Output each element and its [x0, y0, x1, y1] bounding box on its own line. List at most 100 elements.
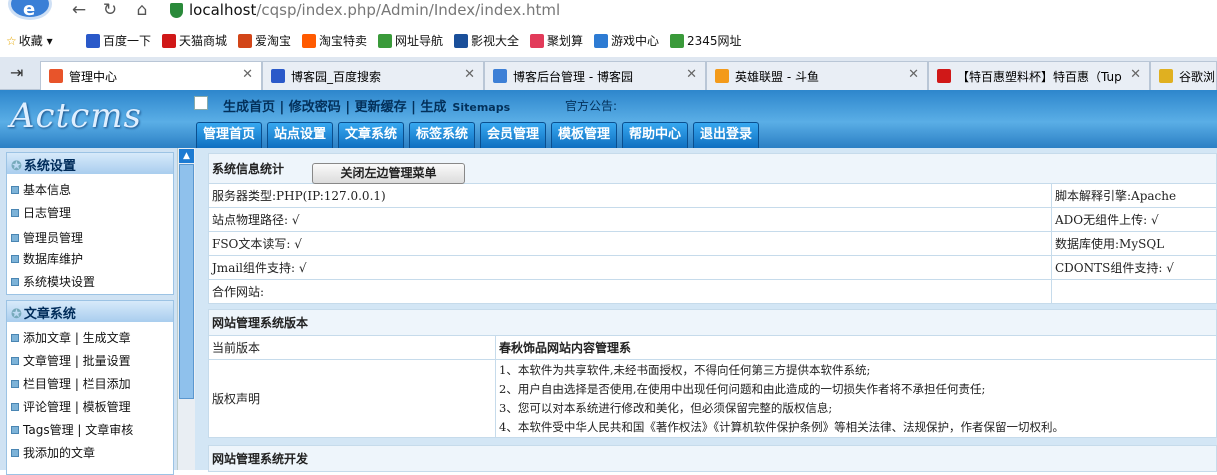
tab-favicon-icon: [937, 69, 951, 83]
tab-template-management[interactable]: 模板管理: [551, 122, 617, 148]
sidebar: ✪ 系统设置 基本信息 日志管理 管理员管理 数据库维护 系统模块设置 ✪ 文章系统…: [0, 148, 195, 475]
close-left-menu-button[interactable]: 关闭左边管理菜单: [312, 163, 465, 184]
bullet-icon: [11, 234, 19, 242]
close-tab-icon[interactable]: ✕: [686, 67, 697, 82]
nav-icon: [378, 34, 392, 48]
system-info-table: 系统信息统计 关闭左边管理菜单 服务器类型:PHP(IP:127.0.0.1) 脚本…: [208, 153, 1217, 304]
current-version-label: 当前版本: [208, 335, 496, 360]
bullet-icon: [11, 186, 19, 194]
info-cell: [1051, 279, 1217, 304]
sidebar-item-admins[interactable]: 管理员管理: [11, 229, 83, 246]
info-cell: 合作网站:: [208, 279, 1052, 304]
info-cell: 站点物理路径: √: [208, 207, 1052, 232]
cms-logo: Actcms: [10, 96, 142, 136]
tab-tag-system[interactable]: 标签系统: [409, 122, 475, 148]
bookmark-nav[interactable]: 网址导航: [378, 32, 443, 49]
baidu-icon: [86, 34, 100, 48]
bullet-icon: [11, 449, 19, 457]
close-tab-icon[interactable]: ✕: [464, 67, 475, 82]
sidebar-item-logs[interactable]: 日志管理: [11, 204, 71, 221]
sidebar-item-add-article[interactable]: 添加文章 | 生成文章: [11, 329, 131, 346]
juhuasuan-icon: [530, 34, 544, 48]
info-cell: CDONTS组件支持: √: [1051, 255, 1217, 280]
bookmark-2345[interactable]: 2345网址: [670, 32, 742, 49]
bookmarks-bar: ☆ 收藏 ▾ 百度一下 天猫商城 爱淘宝 淘宝特卖 网址导航 影视大全 聚划算 游…: [0, 28, 1217, 52]
security-shield-icon: [170, 3, 183, 18]
info-cell: 脚本解释引擎:Apache: [1051, 183, 1217, 208]
scroll-up-icon[interactable]: ▲: [179, 149, 194, 163]
bullet-icon: [11, 380, 19, 388]
sidebar-item-modules[interactable]: 系统模块设置: [11, 273, 95, 290]
bookmark-video[interactable]: 影视大全: [454, 32, 519, 49]
copyright-text: 1、本软件为共享软件,未经书面授权，不得向任何第三方提供本软件系统; 2、用户自…: [495, 359, 1217, 438]
sidebar-section-title[interactable]: ✪ 文章系统: [7, 301, 173, 322]
bullet-icon: [11, 334, 19, 342]
games-icon: [594, 34, 608, 48]
copyright-line: 1、本软件为共享软件,未经书面授权，不得向任何第三方提供本软件系统;: [499, 362, 871, 377]
copyright-line: 3、您可以对本系统进行修改和美化，但必须保留完整的版权信息;: [499, 400, 833, 415]
sidebar-item-article-manage[interactable]: 文章管理 | 批量设置: [11, 352, 131, 369]
current-version-value: 春秋饰品网站内容管理系: [495, 335, 1217, 360]
tab-blog-admin[interactable]: 博客后台管理 - 博客园 ✕: [484, 61, 706, 90]
bullet-icon: [11, 357, 19, 365]
sidebar-item-tags[interactable]: Tags管理 | 文章审核: [11, 421, 133, 438]
copyright-label: 版权声明: [208, 359, 496, 438]
quick-links[interactable]: 生成首页 | 修改密码 | 更新缓存 | 生成 Sitemaps: [223, 96, 510, 115]
tab-favicon-icon: [715, 69, 729, 83]
bookmark-tmall[interactable]: 天猫商城: [162, 32, 227, 49]
home-icon[interactable]: ⌂: [131, 0, 153, 22]
tab-favicon-icon: [49, 69, 63, 83]
sidebar-section-title[interactable]: ✪ 系统设置: [7, 153, 173, 174]
url-text[interactable]: localhost/cqsp/index.php/Admin/Index/ind…: [189, 1, 560, 19]
back-arrow-icon[interactable]: ←: [68, 0, 90, 22]
checkbox[interactable]: [194, 96, 208, 110]
tab-member-management[interactable]: 会员管理: [480, 122, 546, 148]
refresh-icon[interactable]: ↻: [99, 0, 121, 22]
taobao-icon: [302, 34, 316, 48]
bookmark-juhuasuan[interactable]: 聚划算: [530, 32, 583, 49]
bookmark-taobao-sale[interactable]: 淘宝特卖: [302, 32, 367, 49]
main-content: 系统信息统计 关闭左边管理菜单 服务器类型:PHP(IP:127.0.0.1) 脚本…: [195, 148, 1217, 472]
tab-admin-home[interactable]: 管理首页: [196, 122, 262, 148]
sidebar-item-my-articles[interactable]: 我添加的文章: [11, 444, 95, 461]
copyright-line: 4、本软件受中华人民共和国《著作权法》《计算机软件保护条例》等相关法律、法规保护…: [499, 419, 1065, 434]
tab-help-center[interactable]: 帮助中心: [622, 122, 688, 148]
tab-google[interactable]: 谷歌浏览: [1150, 61, 1217, 90]
sidebar-toggle-icon[interactable]: ⇥: [10, 63, 23, 82]
browser-tab-strip: ⇥ 管理中心 ✕ 博客园_百度搜索 ✕ 博客后台管理 - 博客园 ✕ 英雄联盟 - 斗…: [0, 57, 1217, 91]
tab-douyu[interactable]: 英雄联盟 - 斗鱼 ✕: [706, 61, 928, 90]
system-info-title: 系统信息统计 关闭左边管理菜单: [208, 153, 1217, 184]
sidebar-item-database[interactable]: 数据库维护: [11, 250, 83, 267]
close-tab-icon[interactable]: ✕: [242, 67, 253, 82]
sidebar-item-basic-info[interactable]: 基本信息: [11, 181, 71, 198]
tab-favicon-icon: [493, 69, 507, 83]
bullet-icon: [11, 255, 19, 263]
sidebar-scrollbar[interactable]: ▲: [177, 148, 195, 470]
bookmark-baidu[interactable]: 百度一下: [86, 32, 151, 49]
close-tab-icon[interactable]: ✕: [908, 67, 919, 82]
bookmark-aitaobao[interactable]: 爱淘宝: [238, 32, 291, 49]
tmall-icon: [162, 34, 176, 48]
tab-site-settings[interactable]: 站点设置: [267, 122, 333, 148]
tab-admin[interactable]: 管理中心 ✕: [40, 61, 262, 91]
tab-baidu-search[interactable]: 博客园_百度搜索 ✕: [262, 61, 484, 90]
info-cell: ADO无组件上传: √: [1051, 207, 1217, 232]
tab-tupperware[interactable]: 【特百惠塑料杯】特百惠（Tup ✕: [928, 61, 1150, 90]
cms-header: Actcms 生成首页 | 修改密码 | 更新缓存 | 生成 Sitemaps 官…: [0, 90, 1217, 148]
sidebar-item-category[interactable]: 栏目管理 | 栏目添加: [11, 375, 131, 392]
bookmark-games[interactable]: 游戏中心: [594, 32, 659, 49]
info-cell: 服务器类型:PHP(IP:127.0.0.1): [208, 183, 1052, 208]
tab-logout[interactable]: 退出登录: [693, 122, 759, 148]
tab-favicon-icon: [1159, 69, 1173, 83]
video-icon: [454, 34, 468, 48]
sidebar-section-system: ✪ 系统设置 基本信息 日志管理 管理员管理 数据库维护 系统模块设置: [6, 152, 174, 295]
close-tab-icon[interactable]: ✕: [1130, 67, 1141, 82]
scroll-thumb[interactable]: [179, 164, 194, 399]
dev-table: 网站管理系统开发: [208, 445, 1217, 472]
browser-logo-icon: e: [8, 0, 52, 20]
version-table: 网站管理系统版本 当前版本 春秋饰品网站内容管理系 版权声明 1、本软件为共享软件…: [208, 309, 1217, 438]
bookmark-favorites[interactable]: ☆ 收藏 ▾: [6, 32, 53, 49]
sidebar-item-comments[interactable]: 评论管理 | 模板管理: [11, 398, 131, 415]
bullet-icon: [11, 426, 19, 434]
tab-article-system[interactable]: 文章系统: [338, 122, 404, 148]
